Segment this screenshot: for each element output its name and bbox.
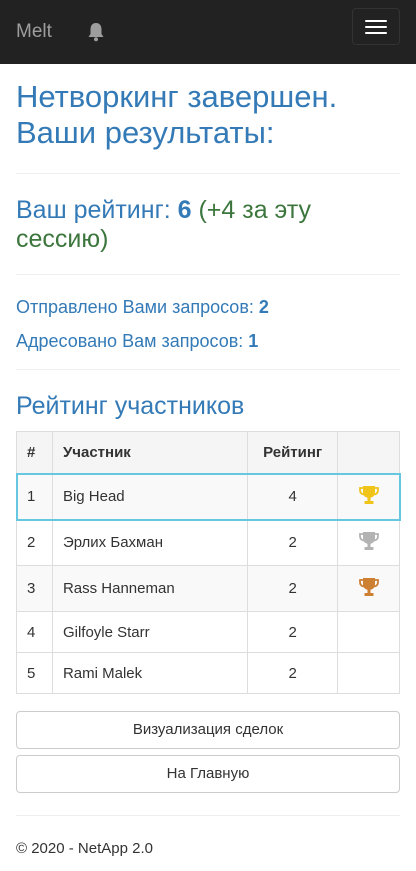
received-requests-value: 1: [248, 331, 259, 351]
row-score: 4: [247, 473, 339, 520]
row-name: Rass Hanneman: [51, 565, 249, 612]
row-num: 4: [16, 611, 53, 653]
row-score: 2: [247, 519, 339, 566]
row-num: 5: [16, 652, 53, 694]
table-row[interactable]: 2 Эрлих Бахман 2: [16, 519, 400, 566]
page-title: Нетворкинг завершен. Ваши результаты:: [16, 79, 338, 150]
leaderboard-table-wrapper: # Участник Рейтинг 1 Big Head 4 2 Эрлих …: [15, 431, 401, 694]
row-num: 2: [16, 519, 53, 566]
table-row[interactable]: 1 Big Head 4: [15, 472, 401, 521]
gold-trophy-icon: [337, 473, 400, 520]
divider: [16, 274, 400, 275]
sent-requests-value: 2: [258, 297, 269, 317]
table-header-row: # Участник Рейтинг: [16, 431, 400, 475]
received-requests-label: Адресовано Вам запросов:: [16, 331, 244, 351]
bronze-trophy-icon: [337, 565, 400, 612]
column-header-num[interactable]: #: [16, 431, 53, 475]
bell-icon[interactable]: [86, 21, 106, 43]
divider: [16, 369, 400, 370]
table-row[interactable]: 5 Rami Malek 2: [16, 652, 400, 694]
column-header-name[interactable]: Участник: [51, 431, 249, 475]
hamburger-line: [365, 31, 387, 34]
row-score: 2: [247, 565, 339, 612]
row-score: 2: [247, 611, 339, 653]
brand-link[interactable]: Melt: [16, 21, 52, 43]
column-header-trophy: [337, 431, 400, 475]
navbar: Melt: [0, 0, 416, 64]
rating-label: Ваш рейтинг:: [16, 196, 171, 224]
row-name: Эрлих Бахман: [51, 519, 249, 566]
silver-trophy-icon: [337, 519, 400, 566]
table-row[interactable]: 3 Rass Hanneman 2: [16, 565, 400, 612]
rating-summary: Ваш рейтинг: 6 (+4 за эту сессию): [16, 196, 400, 254]
leaderboard-title: Рейтинг участников: [16, 392, 245, 420]
leaderboard-table: # Участник Рейтинг 1 Big Head 4 2 Эрлих …: [15, 431, 401, 694]
sent-requests: Отправлено Вами запросов: 2: [16, 297, 400, 317]
row-trophy-empty: [337, 611, 400, 653]
row-trophy-empty: [337, 652, 400, 694]
table-row[interactable]: 4 Gilfoyle Starr 2: [16, 611, 400, 653]
divider: [16, 173, 400, 174]
home-button[interactable]: На Главную: [16, 755, 400, 793]
row-score: 2: [247, 652, 339, 694]
divider: [16, 815, 400, 816]
visualize-deals-button[interactable]: Визуализация сделок: [16, 711, 400, 749]
footer-copyright: © 2020 - NetApp 2.0: [16, 840, 153, 857]
rating-value: 6: [177, 196, 192, 224]
main-content: Нетворкинг завершен. Ваши результаты: Ва…: [0, 79, 416, 857]
row-num: 1: [16, 473, 53, 520]
hamburger-line: [365, 19, 387, 22]
sent-requests-label: Отправлено Вами запросов:: [16, 297, 254, 317]
received-requests: Адресовано Вам запросов: 1: [16, 331, 400, 351]
row-num: 3: [16, 565, 53, 612]
column-header-score[interactable]: Рейтинг: [247, 431, 339, 475]
row-name: Rami Malek: [51, 652, 249, 694]
row-name: Gilfoyle Starr: [51, 611, 249, 653]
hamburger-line: [365, 25, 387, 28]
row-name: Big Head: [51, 473, 249, 520]
hamburger-menu-icon[interactable]: [352, 8, 400, 45]
